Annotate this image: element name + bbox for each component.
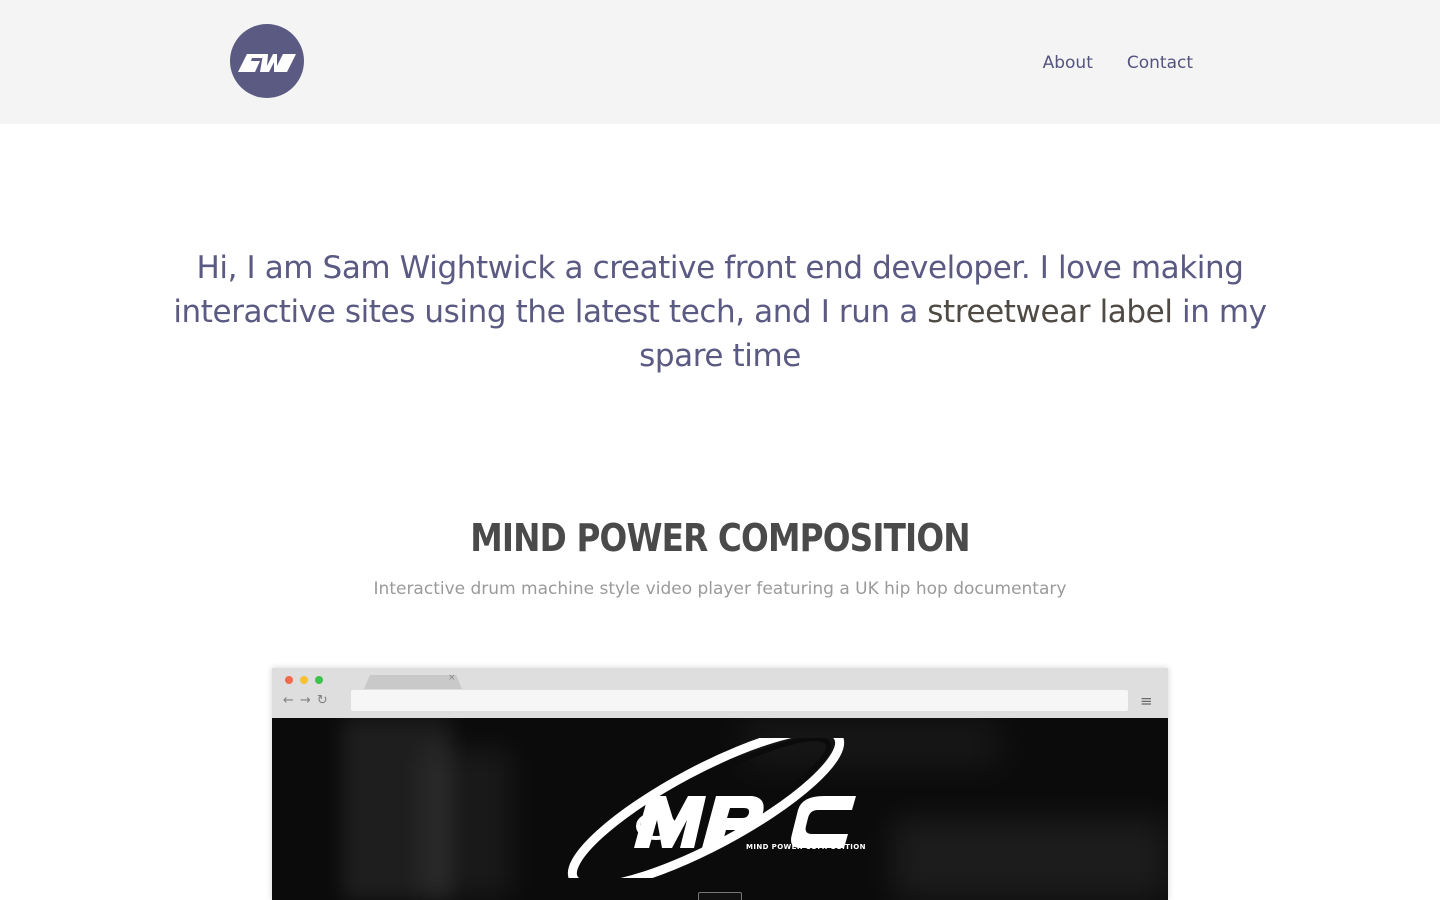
back-arrow-icon: ←: [283, 693, 294, 708]
forward-arrow-icon: →: [299, 693, 311, 708]
main-nav: About Contact: [1043, 53, 1193, 73]
window-close-dot-icon: [285, 676, 293, 684]
sw-logo-mark-icon: [238, 54, 296, 72]
address-bar: [351, 690, 1128, 711]
intro-text: Hi, I am Sam Wightwick a creative front …: [150, 246, 1290, 378]
tab-close-icon: ×: [448, 673, 456, 683]
nav-about[interactable]: About: [1043, 53, 1093, 73]
project-description: Interactive drum machine style video pla…: [373, 579, 1067, 599]
window-maximize-dot-icon: [315, 676, 323, 684]
streetwear-label-link[interactable]: streetwear label: [927, 294, 1173, 330]
reload-icon: ↻: [316, 693, 328, 708]
project-preview[interactable]: × ← → ↻ ≡ MIND POWER COMPOSITION: [272, 668, 1168, 900]
mpc-preview-button: [698, 892, 742, 900]
project-title: MIND POWER COMPOSITION: [470, 516, 970, 560]
sw-logo[interactable]: [230, 24, 304, 98]
hamburger-menu-icon: ≡: [1140, 692, 1153, 710]
browser-nav-icons: ← → ↻: [283, 693, 328, 708]
nav-contact[interactable]: Contact: [1127, 53, 1193, 73]
mpc-logo-icon: [567, 738, 856, 878]
site-header: About Contact: [0, 0, 1440, 124]
preview-screenshot: MIND POWER COMPOSITION: [272, 718, 1168, 900]
browser-chrome: × ← → ↻ ≡: [272, 668, 1168, 718]
window-minimize-dot-icon: [300, 676, 308, 684]
mpc-logo-subtitle: MIND POWER COMPOSITION: [746, 843, 866, 851]
